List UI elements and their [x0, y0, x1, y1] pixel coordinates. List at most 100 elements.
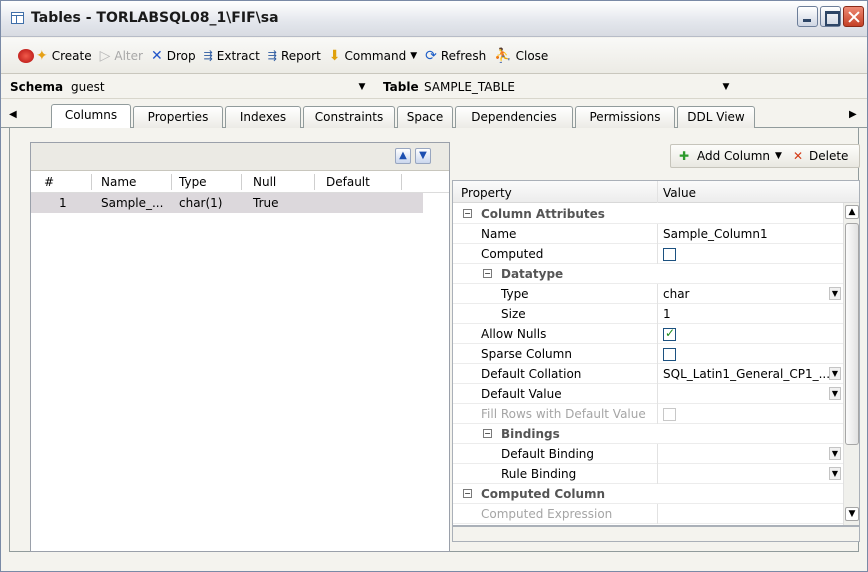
property-row[interactable]: Sparse Column	[453, 344, 843, 364]
tab-constraints[interactable]: Constraints	[303, 106, 395, 128]
close-button[interactable]: ⛹ Close	[491, 44, 553, 68]
schema-dropdown[interactable]: guest	[71, 80, 105, 94]
report-button[interactable]: ⇶ Report	[265, 44, 326, 68]
table-dropdown[interactable]: SAMPLE_TABLE	[424, 80, 515, 94]
property-row[interactable]: Default Value ▼	[453, 384, 843, 404]
property-header: Property	[461, 186, 512, 200]
property-label: Default Binding	[501, 447, 595, 461]
property-label: Sparse Column	[481, 347, 572, 361]
collapse-icon[interactable]: −	[483, 269, 492, 278]
extract-sql-icon: ⇶	[203, 48, 213, 62]
row-num: 1	[59, 196, 67, 210]
col-header-name[interactable]: Name	[101, 175, 136, 189]
extract-button[interactable]: ⇶ Extract	[201, 44, 265, 68]
move-down-icon[interactable]: ▼	[415, 148, 431, 164]
dropdown-arrow-icon[interactable]: ▼	[829, 387, 841, 400]
header-divider[interactable]	[171, 174, 172, 190]
property-checkbox[interactable]	[663, 326, 676, 341]
add-column-chevron-down-icon[interactable]: ▼	[775, 151, 782, 161]
dropdown-arrow-icon[interactable]: ▼	[829, 367, 841, 380]
tab-permissions[interactable]: Permissions	[575, 106, 675, 128]
scroll-down-icon[interactable]: ▼	[845, 507, 859, 521]
property-row[interactable]: Computed Expression	[453, 504, 843, 524]
header-divider[interactable]	[241, 174, 242, 190]
tab-columns[interactable]: Columns	[51, 104, 131, 129]
dropdown-arrow-icon[interactable]: ▼	[829, 447, 841, 460]
dropdown-arrow-icon[interactable]: ▼	[829, 287, 841, 300]
delete-button[interactable]: Delete	[809, 149, 848, 163]
tab-dependencies[interactable]: Dependencies	[455, 106, 573, 128]
table-dropdown-arrow-icon[interactable]: ▼	[719, 80, 733, 94]
refresh-icon: ⟳	[425, 47, 437, 64]
property-row[interactable]: − Column Attributes	[453, 204, 843, 224]
tab-ddl-view[interactable]: DDL View	[677, 106, 755, 128]
title-bar[interactable]: Tables - TORLABSQL08_1\FIF\sa	[1, 1, 867, 37]
property-dropdown-value[interactable]: SQL_Latin1_General_CP1_...	[663, 367, 830, 381]
add-column-button[interactable]: Add Column	[697, 149, 770, 163]
property-row[interactable]: Size 1	[453, 304, 843, 324]
property-dropdown-value[interactable]: char	[663, 287, 690, 301]
col-header-default[interactable]: Default	[326, 175, 370, 189]
tab-indexes[interactable]: Indexes	[225, 106, 301, 128]
property-row[interactable]: − Datatype	[453, 264, 843, 284]
col-header-null[interactable]: Null	[253, 175, 276, 189]
table-icon	[11, 12, 24, 24]
property-divider	[657, 224, 658, 244]
columns-grid: ▲ ▼ # Name Type Null Default 1 Sample_..…	[30, 142, 450, 552]
collapse-icon[interactable]: −	[463, 209, 472, 218]
property-checkbox[interactable]	[663, 348, 676, 361]
table-label: Table	[383, 80, 419, 94]
property-row[interactable]: Type char ▼	[453, 284, 843, 304]
table-row[interactable]: 1 Sample_... char(1) True	[31, 193, 423, 213]
schema-table-bar: Schema guest ▼ Table SAMPLE_TABLE ▼	[1, 75, 867, 99]
property-header-divider[interactable]	[657, 181, 658, 203]
refresh-button[interactable]: ⟳ Refresh	[422, 44, 491, 68]
tab-properties[interactable]: Properties	[133, 106, 223, 128]
collapse-icon[interactable]: −	[463, 489, 472, 498]
header-divider[interactable]	[91, 174, 92, 190]
property-row[interactable]: Name Sample_Column1	[453, 224, 843, 244]
property-grid-scrollbar[interactable]: ▲ ▼	[843, 203, 859, 525]
property-row[interactable]: Default Binding ▼	[453, 444, 843, 464]
create-icon: ✦	[36, 47, 48, 64]
maximize-button[interactable]	[820, 6, 841, 27]
dropdown-arrow-icon[interactable]: ▼	[829, 467, 841, 480]
col-header-type[interactable]: Type	[179, 175, 207, 189]
tab-space[interactable]: Space	[397, 106, 453, 128]
property-row[interactable]: Rule Binding ▼	[453, 464, 843, 484]
move-up-icon[interactable]: ▲	[395, 148, 411, 164]
property-row[interactable]: Computed	[453, 244, 843, 264]
header-divider[interactable]	[314, 174, 315, 190]
header-divider[interactable]	[401, 174, 402, 190]
property-label: Size	[501, 307, 526, 321]
col-header-num[interactable]: #	[44, 175, 54, 189]
property-value[interactable]: Sample_Column1	[663, 227, 768, 241]
drop-button[interactable]: ✕ Drop	[148, 44, 201, 68]
property-row[interactable]: Allow Nulls	[453, 324, 843, 344]
tab-scroll-right-icon[interactable]: ▶	[849, 109, 857, 120]
tab-scroll-left-icon[interactable]: ◀	[9, 109, 17, 120]
delete-icon: ✕	[793, 149, 804, 163]
grid-header-bar: ▲ ▼	[31, 143, 449, 171]
create-button[interactable]: ✦ Create	[15, 44, 97, 68]
property-row[interactable]: Fill Rows with Default Value	[453, 404, 843, 424]
property-checkbox[interactable]	[663, 248, 676, 261]
property-row[interactable]: − Computed Column	[453, 484, 843, 504]
property-label: Allow Nulls	[481, 327, 547, 341]
scroll-up-icon[interactable]: ▲	[845, 205, 859, 219]
collapse-icon[interactable]: −	[483, 429, 492, 438]
property-group-label: Computed Column	[481, 487, 606, 501]
row-null: True	[253, 196, 279, 210]
alter-button[interactable]: ▷ Alter	[97, 44, 148, 68]
property-row[interactable]: Default Collation SQL_Latin1_General_CP1_…	[453, 364, 843, 384]
property-label: Rule Binding	[501, 467, 577, 481]
minimize-button[interactable]	[797, 6, 818, 27]
property-divider	[657, 284, 658, 304]
property-row[interactable]: − Bindings	[453, 424, 843, 444]
schema-dropdown-arrow-icon[interactable]: ▼	[355, 80, 369, 94]
scrollbar-thumb[interactable]	[845, 223, 859, 445]
close-window-button[interactable]	[843, 6, 864, 27]
property-value[interactable]: 1	[663, 307, 671, 321]
command-button[interactable]: ⬇ Command ▼	[326, 44, 422, 68]
add-column-icon: ✚	[679, 149, 690, 163]
